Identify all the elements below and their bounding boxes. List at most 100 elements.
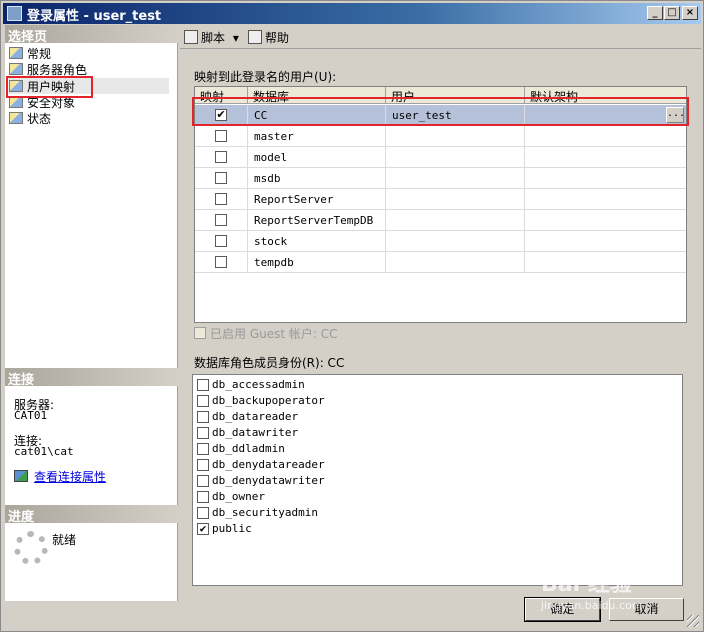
map-checkbox[interactable] (215, 130, 227, 142)
role-name: db_denydatawriter (212, 474, 325, 487)
server-value: CAT01 (14, 409, 48, 422)
progress-header: 进度 (5, 505, 178, 525)
view-connection-properties-link[interactable]: 查看连接属性 (14, 468, 106, 485)
progress-spinner-icon (14, 531, 48, 565)
table-row[interactable]: master (195, 126, 686, 147)
table-row[interactable]: ReportServer (195, 189, 686, 210)
list-item[interactable]: db_ddladmin (197, 441, 497, 457)
script-dropdown-arrow-icon[interactable]: ▾ (233, 31, 239, 45)
role-checkbox[interactable] (197, 507, 209, 519)
table-row[interactable]: ReportServerTempDB (195, 210, 686, 231)
title-bar: 登录属性 - user_test _ □ × (3, 3, 701, 24)
toolbar: 脚本 ▾ 帮助 (180, 25, 701, 49)
role-checkbox[interactable] (197, 491, 209, 503)
window-title: 登录属性 - user_test (27, 9, 162, 24)
role-checkbox[interactable]: ✔ (197, 523, 209, 535)
list-item[interactable]: ✔ public (197, 521, 497, 537)
role-checkbox[interactable] (197, 459, 209, 471)
role-checkbox[interactable] (197, 379, 209, 391)
map-checkbox[interactable] (215, 256, 227, 268)
guest-checkbox[interactable] (194, 327, 206, 339)
page-icon (9, 112, 23, 124)
minimize-button[interactable]: _ (647, 6, 663, 20)
database-cell: tempdb (248, 252, 386, 273)
list-item[interactable]: db_accessadmin (197, 377, 497, 393)
connection-value: cat01\cat (14, 445, 74, 458)
role-checkbox[interactable] (197, 411, 209, 423)
role-name: public (212, 522, 252, 535)
role-name: db_ddladmin (212, 442, 285, 455)
list-item[interactable]: db_owner (197, 489, 497, 505)
script-button[interactable]: 脚本 ▾ (184, 29, 239, 45)
database-cell: model (248, 147, 386, 168)
table-row[interactable]: tempdb (195, 252, 686, 273)
schema-cell[interactable] (525, 231, 686, 252)
role-membership-list: db_accessadmin db_backupoperator db_datare… (192, 374, 683, 586)
map-checkbox[interactable] (215, 214, 227, 226)
database-cell: ReportServer (248, 189, 386, 210)
nav-item-general[interactable]: 常规 (9, 45, 169, 61)
schema-cell[interactable] (525, 168, 686, 189)
map-checkbox[interactable] (215, 151, 227, 163)
schema-cell[interactable] (525, 126, 686, 147)
nav-item-status[interactable]: 状态 (9, 110, 169, 126)
roles-label: 数据库角色成员身份(R): CC (194, 356, 345, 370)
app-icon (7, 6, 22, 21)
user-cell[interactable] (386, 252, 525, 273)
map-cell (195, 231, 248, 252)
user-cell[interactable] (386, 168, 525, 189)
table-row[interactable]: msdb (195, 168, 686, 189)
help-button[interactable]: 帮助 (248, 29, 289, 45)
role-name: db_denydatareader (212, 458, 325, 471)
user-cell[interactable] (386, 189, 525, 210)
user-cell[interactable] (386, 231, 525, 252)
database-cell: msdb (248, 168, 386, 189)
maximize-button[interactable]: □ (664, 6, 680, 20)
close-button[interactable]: × (682, 6, 698, 20)
map-checkbox[interactable] (215, 172, 227, 184)
database-cell: master (248, 126, 386, 147)
role-checkbox[interactable] (197, 395, 209, 407)
highlight-box-nav (6, 76, 93, 98)
role-name: db_owner (212, 490, 265, 503)
user-cell[interactable] (386, 210, 525, 231)
table-row[interactable]: model (195, 147, 686, 168)
resize-grip-icon[interactable] (687, 615, 699, 627)
list-item[interactable]: db_denydatawriter (197, 473, 497, 489)
nav-item-server-roles[interactable]: 服务器角色 (9, 61, 169, 77)
page-icon (9, 63, 23, 75)
role-name: db_datareader (212, 410, 299, 423)
list-item[interactable]: db_backupoperator (197, 393, 497, 409)
guest-label: 已启用 Guest 帐户: CC (210, 327, 338, 341)
map-cell (195, 126, 248, 147)
role-name: db_securityadmin (212, 506, 318, 519)
list-item[interactable]: db_datawriter (197, 425, 497, 441)
list-item[interactable]: db_securityadmin (197, 505, 497, 521)
map-cell (195, 168, 248, 189)
role-checkbox[interactable] (197, 427, 209, 439)
user-cell[interactable] (386, 126, 525, 147)
login-properties-dialog: 登录属性 - user_test _ □ × 选择页 常规 服务器角色 用户映射… (0, 0, 704, 632)
database-cell: stock (248, 231, 386, 252)
map-checkbox[interactable] (215, 193, 227, 205)
mapping-label: 映射到此登录名的用户(U): (194, 70, 337, 84)
schema-cell[interactable] (525, 252, 686, 273)
map-checkbox[interactable] (215, 235, 227, 247)
connection-icon (14, 470, 28, 482)
schema-cell[interactable] (525, 189, 686, 210)
map-cell (195, 189, 248, 210)
select-page-header: 选择页 (5, 25, 178, 45)
page-icon (9, 47, 23, 59)
role-checkbox[interactable] (197, 475, 209, 487)
role-checkbox[interactable] (197, 443, 209, 455)
list-item[interactable]: db_datareader (197, 409, 497, 425)
list-item[interactable]: db_denydatareader (197, 457, 497, 473)
database-cell: ReportServerTempDB (248, 210, 386, 231)
user-cell[interactable] (386, 147, 525, 168)
help-icon (248, 30, 262, 44)
schema-cell[interactable] (525, 147, 686, 168)
schema-cell[interactable] (525, 210, 686, 231)
watermark-logo: Bai 经验 (541, 572, 632, 597)
map-cell (195, 252, 248, 273)
table-row[interactable]: stock (195, 231, 686, 252)
